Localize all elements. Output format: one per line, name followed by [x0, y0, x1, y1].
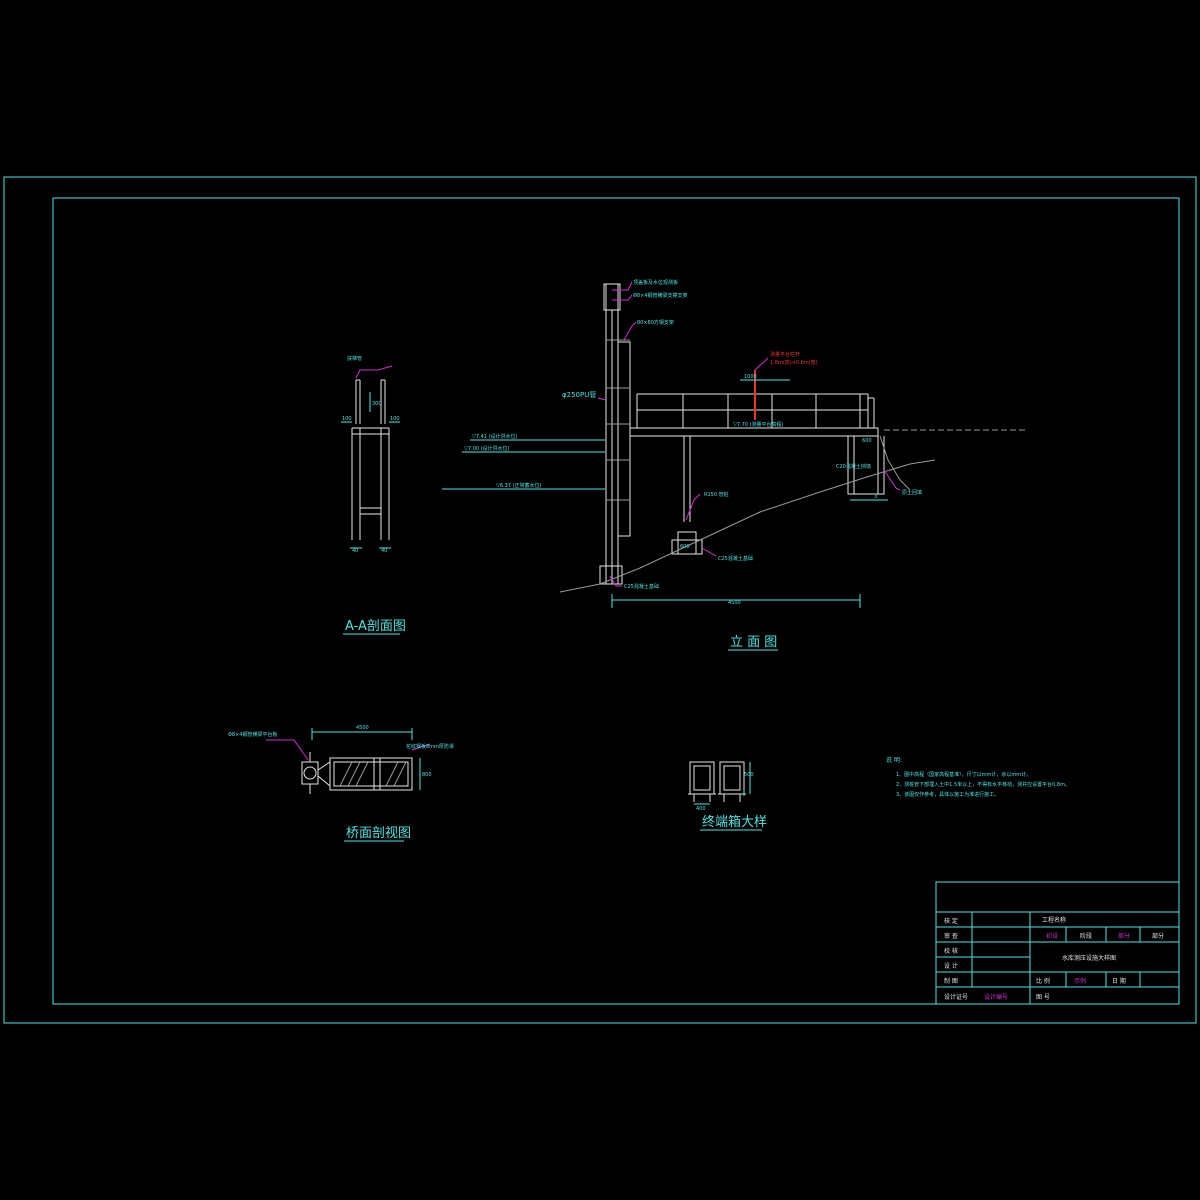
bridge-plan-title: 桥面剖视图	[346, 826, 411, 841]
elev-level-2: ▽7.00 (设计洪水位)	[464, 445, 510, 452]
title-block	[935, 881, 1180, 1005]
notes-item-1: 1、图中高程（国家高程基准），尺寸以mm计，余以mm计。	[896, 771, 1031, 778]
tb-project-label: 工程名称	[1042, 916, 1066, 924]
tb-part-2: 部分	[1152, 932, 1164, 940]
section-aa-title: A-A剖面图	[345, 619, 406, 634]
elev-top-label-2: Φ8×4钢管横梁支撑支架	[633, 292, 688, 299]
tb-row-6-value: 设计编号	[984, 993, 1008, 1001]
elev-span-dim: 4500	[728, 600, 741, 606]
notes-item-3: 3、该图仅作参考，具体以施工为准进行施工。	[896, 791, 999, 798]
tb-drawing-no-label: 图 号	[1036, 994, 1050, 1001]
bridge-plan-span-dim: 4500	[356, 725, 369, 731]
bridge-plan-left-label: Φ8×4钢管横梁平台板	[228, 731, 278, 738]
notes-item-2: 2、测桩管下部埋入土中1.5米以上，不得有水平移动，测井应设置平台0.8m。	[896, 781, 1070, 788]
tb-scale-value: 示例	[1074, 977, 1086, 985]
elev-deck-dim: 1000	[744, 374, 757, 380]
inner-border	[52, 197, 1180, 1005]
section-aa-dim-c: 100	[342, 416, 352, 422]
elev-deck-label: ▽7.70 (测量平台高程)	[733, 421, 784, 428]
elev-base-label-2: C25混凝土基础	[624, 583, 659, 590]
cad-drawing: 扶梯管 40 40 100 100 300 A-A剖面图 顶盖板及水位观测板 Φ…	[3, 176, 1197, 1024]
tb-scale-label: 比 例	[1036, 977, 1050, 985]
elev-red-label-2: 1.8m(高)×0.6m(宽)	[770, 359, 818, 366]
elevation-title: 立 面 图	[730, 635, 777, 650]
tb-stage-1: 初设	[1046, 932, 1058, 940]
elev-bank-label: 原土回填	[902, 489, 922, 496]
elev-pipe-label: φ250PU管	[562, 390, 596, 399]
terminal-box-dim-b: 400	[696, 806, 706, 812]
tb-row-2-label: 审 查	[944, 932, 958, 940]
section-aa-dim-e: 300	[372, 401, 382, 407]
bridge-plan-right-label: 花纹钢板8mm厚防滑	[406, 743, 454, 750]
elev-base-dim: 600	[680, 544, 690, 550]
elev-top-label-1: 顶盖板及水位观测板	[633, 279, 678, 286]
tb-row-4-label: 设 计	[944, 962, 958, 970]
section-aa-top-label: 扶梯管	[347, 355, 362, 362]
terminal-box-view	[688, 761, 751, 805]
tb-row-6-label: 设计证号	[944, 993, 968, 1001]
notes-heading: 说 明:	[886, 756, 902, 764]
section-aa-dim-d: 100	[390, 416, 400, 422]
elev-base-label-1: C25混凝土基础	[718, 555, 753, 562]
elev-red-label-1: 测量平台栏杆	[770, 351, 800, 358]
elev-level-3: ▽6.37 (正常蓄水位)	[496, 482, 542, 489]
elev-level-1: ▽7.41 (设计洪水位)	[472, 433, 518, 440]
elev-pier-label: R150 管桩	[704, 491, 729, 498]
tb-drawing-name: 水库测压设施大样图	[1062, 954, 1116, 962]
section-aa-dim-b: 40	[381, 548, 387, 554]
tb-row-5-label: 制 图	[944, 977, 958, 985]
terminal-box-title: 终端箱大样	[702, 814, 767, 830]
tb-part-1: 部分	[1118, 932, 1130, 940]
outer-border	[3, 176, 1197, 1024]
section-aa-view	[341, 365, 400, 549]
elev-right-dim-2: 3	[874, 494, 877, 500]
bridge-plan-height-dim: 800	[422, 772, 432, 778]
tb-row-3-label: 校 核	[944, 947, 958, 955]
tb-stage-2: 阶段	[1080, 932, 1092, 940]
terminal-box-dim: 500	[744, 772, 754, 778]
elev-right-dim-1: 600	[862, 438, 872, 444]
tb-date-label: 日 期	[1112, 977, 1126, 985]
elev-right-note: C20混凝土挡墙	[836, 463, 871, 470]
tb-row-1-label: 核 定	[944, 917, 958, 925]
bridge-plan-view	[266, 728, 431, 794]
section-aa-dim-a: 40	[352, 548, 358, 554]
elev-top-label-3: 80×80方钢支架	[637, 319, 674, 326]
